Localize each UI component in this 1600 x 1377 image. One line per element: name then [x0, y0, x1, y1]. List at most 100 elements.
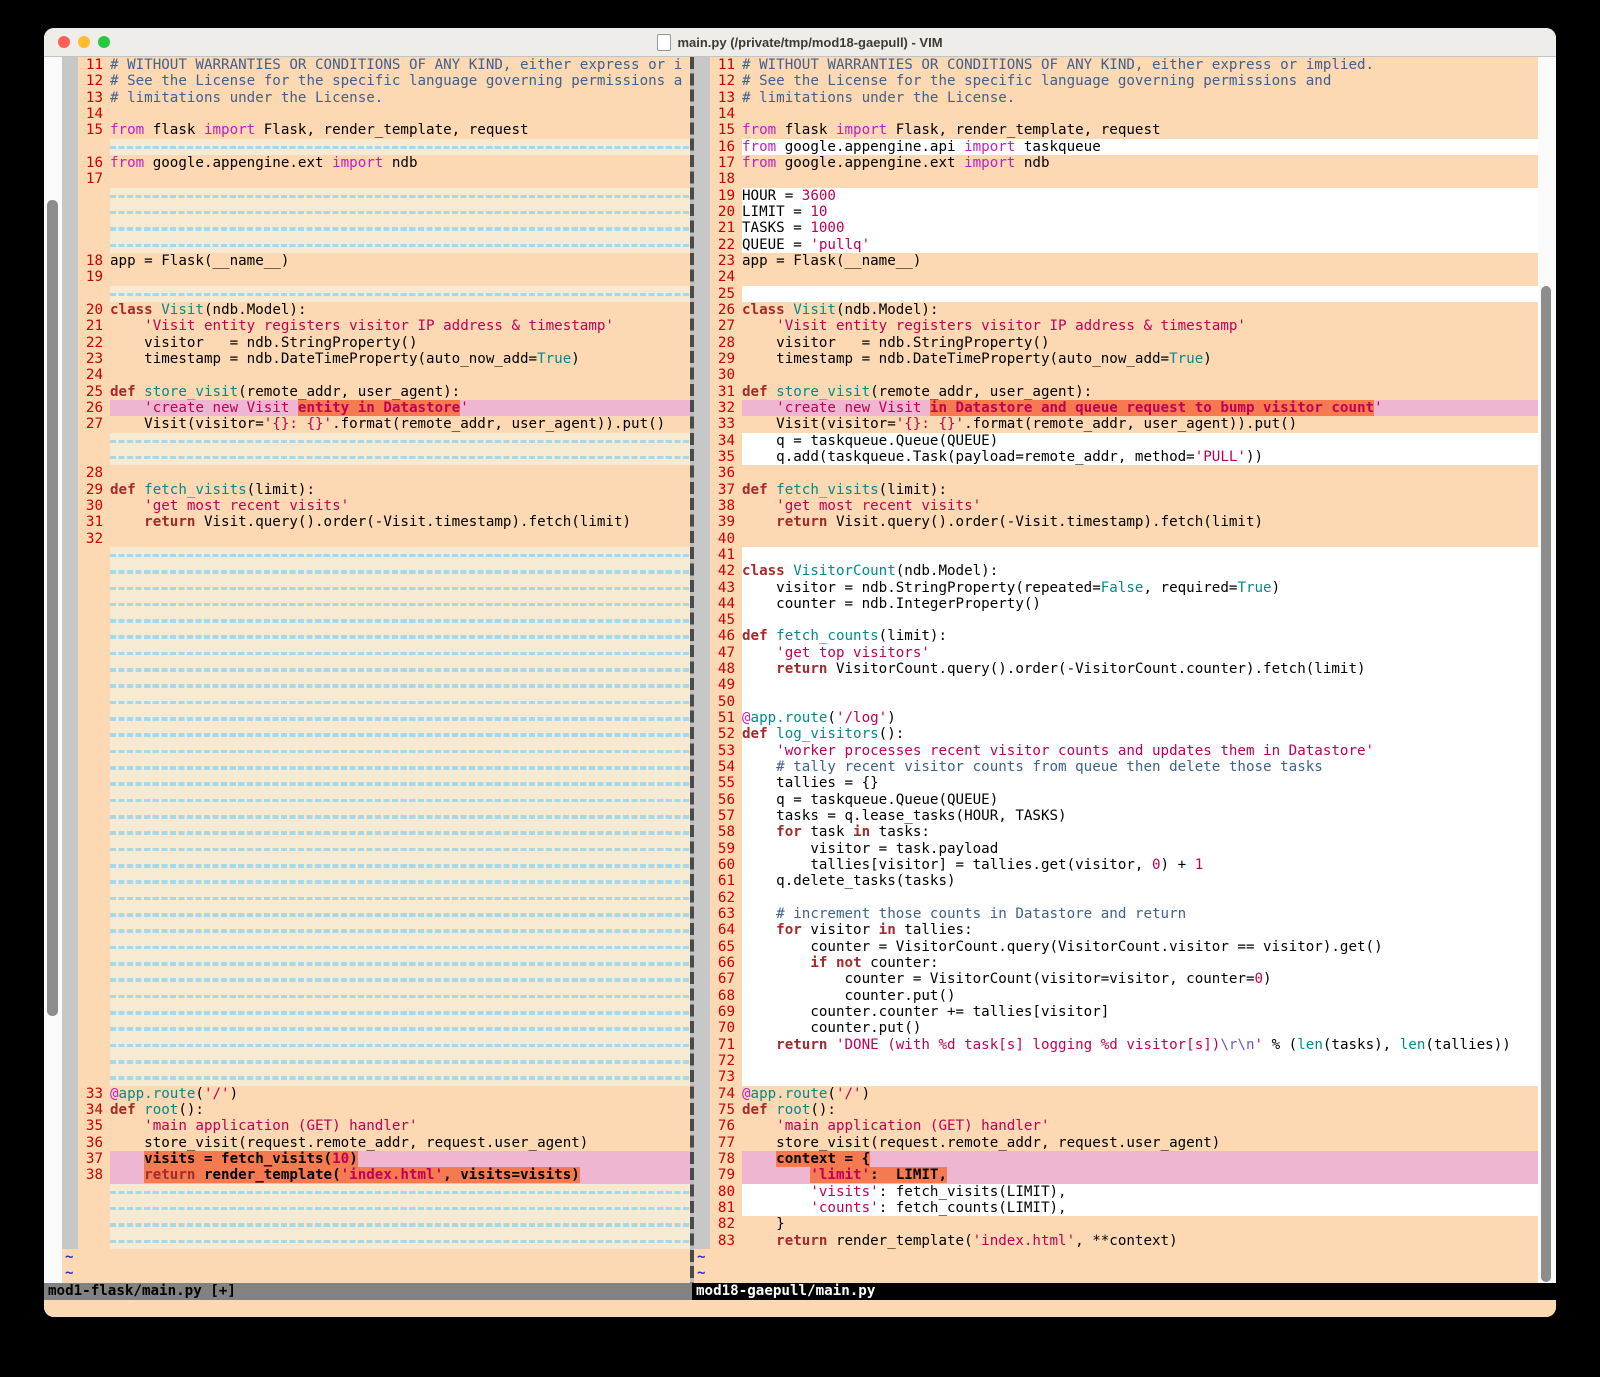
code-text[interactable]	[110, 677, 690, 693]
code-text[interactable]: return render_template('index.html', **c…	[742, 1233, 1538, 1249]
code-text[interactable]	[110, 1053, 690, 1069]
code-text[interactable]	[110, 449, 690, 465]
code-text[interactable]: Visit(visitor='{}: {}'.format(remote_add…	[742, 416, 1538, 432]
zoom-button[interactable]	[98, 36, 110, 48]
close-button[interactable]	[58, 36, 70, 48]
code-text[interactable]: counter.put()	[742, 988, 1538, 1004]
code-text[interactable]	[110, 857, 690, 873]
code-text[interactable]: tallies[visitor] = tallies.get(visitor, …	[742, 857, 1538, 873]
code-text[interactable]: visitor = ndb.StringProperty(repeated=Fa…	[742, 580, 1538, 596]
code-text[interactable]: counter.put()	[742, 1020, 1538, 1036]
code-text[interactable]: store_visit(request.remote_addr, request…	[110, 1135, 690, 1151]
code-text[interactable]: @app.route('/')	[110, 1086, 690, 1102]
code-text[interactable]: # limitations under the License.	[742, 90, 1538, 106]
code-text[interactable]: visits = fetch_visits(10)	[110, 1151, 690, 1167]
code-text[interactable]: q = taskqueue.Queue(QUEUE)	[742, 792, 1538, 808]
code-text[interactable]	[110, 171, 690, 187]
code-text[interactable]	[110, 286, 690, 302]
code-text[interactable]: from google.appengine.ext import ndb	[110, 155, 690, 171]
status-bar-left[interactable]: mod1-flask/main.py [+]	[44, 1283, 692, 1300]
code-text[interactable]: timestamp = ndb.DateTimeProperty(auto_no…	[742, 351, 1538, 367]
code-text[interactable]	[110, 547, 690, 563]
code-text[interactable]: def root():	[110, 1102, 690, 1118]
left-pane-scrollbar[interactable]	[44, 57, 62, 1283]
code-text[interactable]	[110, 1037, 690, 1053]
code-text[interactable]: # limitations under the License.	[110, 90, 690, 106]
code-text[interactable]: 'main application (GET) handler'	[110, 1118, 690, 1134]
code-text[interactable]: class VisitorCount(ndb.Model):	[742, 563, 1538, 579]
status-bar-right[interactable]: mod18-gaepull/main.py	[692, 1283, 1556, 1300]
code-text[interactable]: app = Flask(__name__)	[742, 253, 1538, 269]
code-text[interactable]: 'get top visitors'	[742, 645, 1538, 661]
code-text[interactable]	[110, 808, 690, 824]
code-text[interactable]: app = Flask(__name__)	[110, 253, 690, 269]
code-text[interactable]: context = {	[742, 1151, 1538, 1167]
code-text[interactable]: counter = ndb.IntegerProperty()	[742, 596, 1538, 612]
code-text[interactable]: if not counter:	[742, 955, 1538, 971]
code-text[interactable]	[742, 269, 1538, 285]
code-text[interactable]: def fetch_visits(limit):	[742, 482, 1538, 498]
code-text[interactable]: counter = VisitorCount(visitor=visitor, …	[742, 971, 1538, 987]
code-text[interactable]	[110, 1020, 690, 1036]
code-text[interactable]: visitor = task.payload	[742, 841, 1538, 857]
code-text[interactable]	[110, 1004, 690, 1020]
code-text[interactable]	[110, 188, 690, 204]
code-text[interactable]	[110, 580, 690, 596]
code-text[interactable]: for visitor in tallies:	[742, 922, 1538, 938]
minimize-button[interactable]	[78, 36, 90, 48]
code-text[interactable]: class Visit(ndb.Model):	[110, 302, 690, 318]
code-text[interactable]	[110, 531, 690, 547]
code-text[interactable]	[742, 106, 1538, 122]
code-text[interactable]: q.add(taskqueue.Task(payload=remote_addr…	[742, 449, 1538, 465]
code-text[interactable]	[110, 596, 690, 612]
code-text[interactable]: # WITHOUT WARRANTIES OR CONDITIONS OF AN…	[742, 57, 1538, 73]
vim-command-line[interactable]	[44, 1300, 1556, 1318]
code-text[interactable]	[110, 1200, 690, 1216]
code-text[interactable]: counter = VisitorCount.query(VisitorCoun…	[742, 939, 1538, 955]
code-text[interactable]	[110, 792, 690, 808]
code-text[interactable]	[110, 612, 690, 628]
code-text[interactable]	[110, 139, 690, 155]
code-text[interactable]: LIMIT = 10	[742, 204, 1538, 220]
code-text[interactable]: 'main application (GET) handler'	[742, 1118, 1538, 1134]
code-text[interactable]: def root():	[742, 1102, 1538, 1118]
code-text[interactable]	[110, 906, 690, 922]
code-text[interactable]	[110, 1216, 690, 1232]
code-text[interactable]	[110, 988, 690, 1004]
code-text[interactable]	[742, 677, 1538, 693]
code-text[interactable]: tallies = {}	[742, 775, 1538, 791]
code-text[interactable]	[110, 955, 690, 971]
code-text[interactable]	[742, 465, 1538, 481]
code-text[interactable]	[110, 743, 690, 759]
code-text[interactable]: from flask import Flask, render_template…	[742, 122, 1538, 138]
code-text[interactable]	[110, 775, 690, 791]
code-text[interactable]: 'Visit entity registers visitor IP addre…	[110, 318, 690, 334]
code-text[interactable]: def store_visit(remote_addr, user_agent)…	[110, 384, 690, 400]
code-text[interactable]: 'visits': fetch_visits(LIMIT),	[742, 1184, 1538, 1200]
code-text[interactable]: from flask import Flask, render_template…	[110, 122, 690, 138]
code-text[interactable]: tasks = q.lease_tasks(HOUR, TASKS)	[742, 808, 1538, 824]
code-text[interactable]	[742, 1053, 1538, 1069]
code-text[interactable]: @app.route('/log')	[742, 710, 1538, 726]
code-text[interactable]	[110, 563, 690, 579]
code-text[interactable]: TASKS = 1000	[742, 220, 1538, 236]
code-text[interactable]	[742, 1069, 1538, 1085]
code-text[interactable]	[110, 645, 690, 661]
code-text[interactable]	[110, 433, 690, 449]
code-text[interactable]	[110, 661, 690, 677]
code-text[interactable]: # tally recent visitor counts from queue…	[742, 759, 1538, 775]
code-text[interactable]: def fetch_counts(limit):	[742, 628, 1538, 644]
code-text[interactable]	[110, 841, 690, 857]
code-text[interactable]: 'get most recent visits'	[742, 498, 1538, 514]
code-text[interactable]	[110, 106, 690, 122]
code-text[interactable]	[742, 612, 1538, 628]
code-text[interactable]: # See the License for the specific langu…	[110, 73, 690, 89]
code-text[interactable]	[110, 628, 690, 644]
code-text[interactable]	[110, 759, 690, 775]
code-text[interactable]	[742, 531, 1538, 547]
code-text[interactable]: 'limit': LIMIT,	[742, 1167, 1538, 1183]
code-text[interactable]: QUEUE = 'pullq'	[742, 237, 1538, 253]
code-text[interactable]: }	[742, 1216, 1538, 1232]
code-text[interactable]	[110, 204, 690, 220]
code-text[interactable]	[110, 726, 690, 742]
